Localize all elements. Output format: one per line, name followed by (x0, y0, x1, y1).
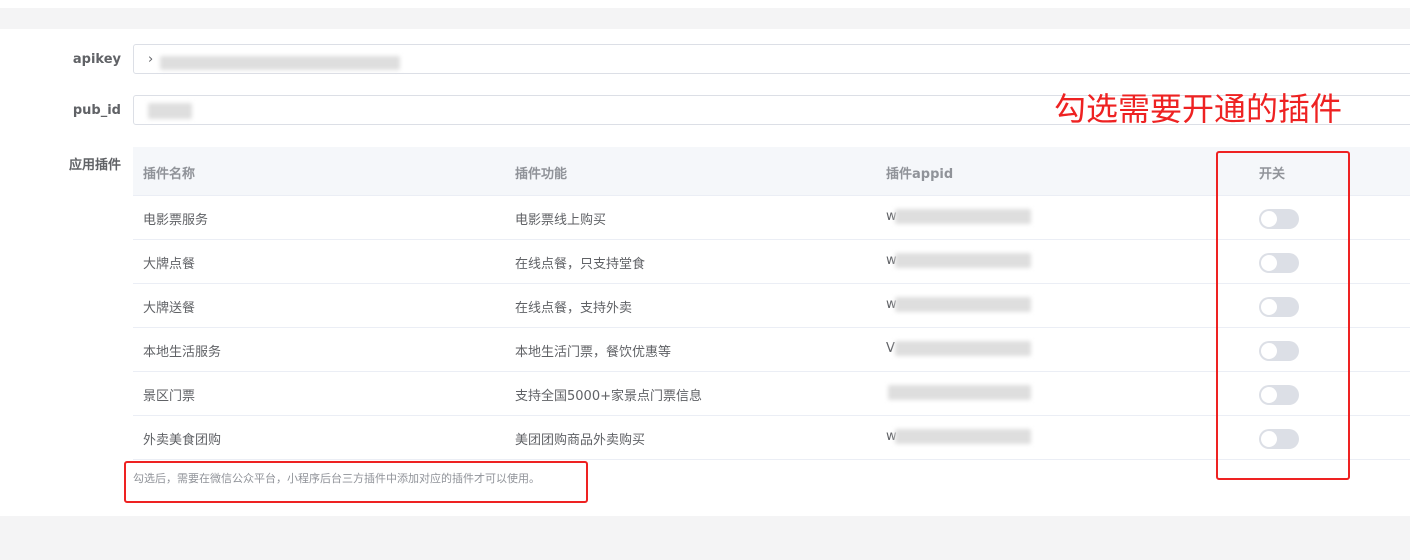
plugin-appid-prefix: V (886, 341, 895, 356)
plugin-name-cell: 大牌送餐 (143, 301, 196, 316)
plugin-function-cell: 电影票线上购买 (515, 213, 607, 228)
apikey-input[interactable]: › (133, 44, 1410, 74)
apikey-redacted-value (160, 56, 400, 70)
plugin-appid-redacted (895, 297, 1031, 312)
pub-id-label: pub_id (72, 103, 121, 118)
plugin-name-cell: 本地生活服务 (143, 345, 222, 360)
annotation-text: 勾选需要开通的插件 (1054, 90, 1343, 128)
switch-column-highlight (1216, 151, 1350, 480)
apikey-label: apikey (72, 52, 121, 67)
plugin-function-cell: 本地生活门票，餐饮优惠等 (515, 345, 672, 360)
plugin-name-cell: 电影票服务 (143, 213, 209, 228)
plugin-appid-redacted (888, 385, 1031, 400)
top-strip (0, 0, 1410, 8)
plugin-name-cell: 景区门票 (143, 389, 196, 404)
header-plugin-appid: 插件appid (886, 167, 954, 182)
plugin-appid-redacted (895, 209, 1031, 224)
plugin-function-cell: 美团团购商品外卖购买 (515, 433, 646, 448)
apikey-value-prefix: › (148, 52, 154, 67)
plugin-function-cell: 在线点餐，只支持堂食 (515, 257, 646, 272)
header-plugin-function: 插件功能 (515, 167, 568, 182)
plugin-function-cell: 支持全国5000+家景点门票信息 (515, 389, 702, 404)
plugin-function-cell: 在线点餐，支持外卖 (515, 301, 633, 316)
plugins-label: 应用插件 (68, 158, 121, 173)
plugin-appid-redacted (895, 429, 1031, 444)
plugin-appid-redacted (895, 341, 1031, 356)
plugin-name-cell: 外卖美食团购 (143, 433, 222, 448)
plugin-appid-redacted (895, 253, 1031, 268)
hint-highlight (124, 461, 588, 503)
plugin-name-cell: 大牌点餐 (143, 257, 196, 272)
header-plugin-name: 插件名称 (143, 167, 196, 182)
pub-id-redacted-value (148, 103, 192, 119)
